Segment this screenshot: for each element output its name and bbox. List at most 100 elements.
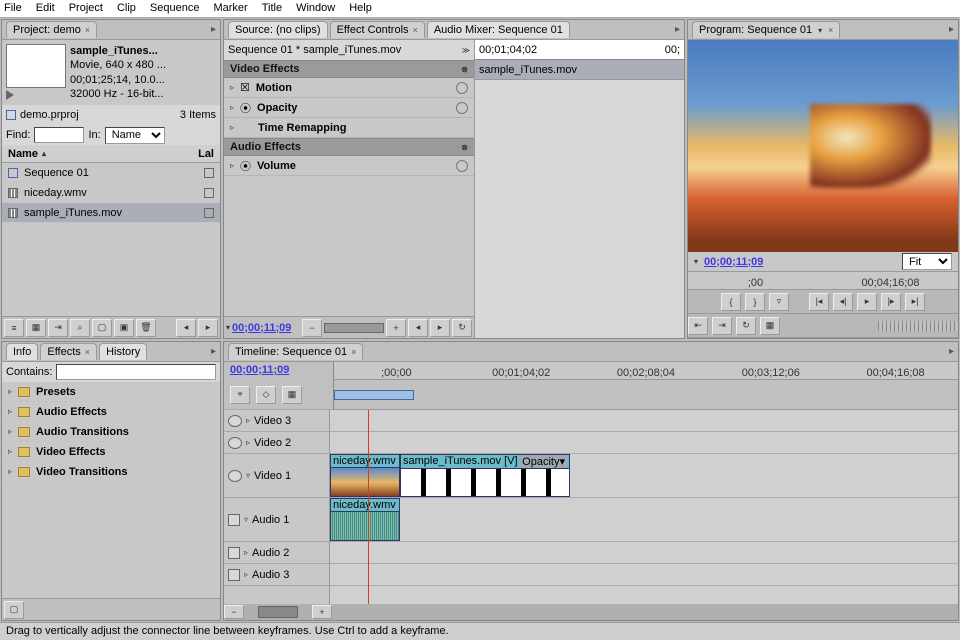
speaker-icon[interactable]: [228, 547, 240, 559]
close-icon[interactable]: ×: [828, 25, 833, 35]
go-in-button[interactable]: ⇤: [688, 317, 708, 335]
snap-button[interactable]: ⌖: [230, 386, 250, 404]
speaker-icon[interactable]: [228, 569, 240, 581]
tab-project[interactable]: Project: demo ×: [6, 21, 97, 38]
tab-effects[interactable]: Effects ×: [40, 343, 97, 360]
clip-niceday-a[interactable]: niceday.wmv: [330, 498, 400, 541]
tab-audio-mixer[interactable]: Audio Mixer: Sequence 01: [427, 21, 570, 38]
program-timecode[interactable]: 00;00;11;09: [704, 256, 763, 268]
ec-timecode[interactable]: 00;00;11;09: [232, 322, 291, 334]
track-head-v2[interactable]: ▹Video 2: [224, 432, 329, 454]
fx-volume[interactable]: ▹⦿Volume: [224, 156, 474, 176]
close-icon[interactable]: ×: [85, 347, 90, 357]
clip-sample-itunes-v[interactable]: sample_iTunes.mov [V] Opacity▾: [400, 454, 570, 497]
new-folder-button[interactable]: ▢: [4, 601, 24, 619]
fx-opacity[interactable]: ▹⦿Opacity: [224, 98, 474, 118]
new-bin-button[interactable]: ▢: [92, 319, 112, 337]
menu-edit[interactable]: Edit: [36, 2, 55, 15]
label-swatch[interactable]: [204, 168, 214, 178]
marker-button[interactable]: ◇: [256, 386, 276, 404]
speaker-icon[interactable]: [228, 514, 240, 526]
collapse-icon[interactable]: ⊗: [461, 65, 468, 74]
scroll-right-button[interactable]: ▸: [198, 319, 218, 337]
timeline-timecode[interactable]: 00;00;11;09: [230, 364, 289, 376]
close-icon[interactable]: ×: [351, 347, 356, 357]
eye-icon[interactable]: [228, 437, 242, 449]
track-head-a2[interactable]: ▹Audio 2: [224, 542, 329, 564]
timeline-ruler[interactable]: ;00;00 00;01;04;02 00;02;08;04 00;03;12;…: [334, 362, 958, 380]
eye-icon[interactable]: [228, 415, 242, 427]
work-area-bar[interactable]: [334, 390, 414, 400]
tab-source[interactable]: Source: (no clips): [228, 21, 328, 38]
menu-sequence[interactable]: Sequence: [150, 2, 200, 15]
col-label[interactable]: Lal: [198, 148, 214, 160]
icon-view-button[interactable]: ▦: [26, 319, 46, 337]
flyout-menu-icon[interactable]: ▸: [949, 24, 954, 35]
close-icon[interactable]: ×: [85, 25, 90, 35]
reset-icon[interactable]: [456, 82, 468, 94]
menu-clip[interactable]: Clip: [117, 2, 136, 15]
loop-button[interactable]: ↻: [736, 317, 756, 335]
set-marker-button[interactable]: ▿: [769, 293, 789, 311]
list-view-button[interactable]: ≡: [4, 319, 24, 337]
track-head-a3[interactable]: ▹Audio 3: [224, 564, 329, 586]
program-preview[interactable]: [688, 40, 958, 252]
go-prev-button[interactable]: ◂: [408, 319, 428, 337]
mark-out-button[interactable]: }: [745, 293, 765, 311]
goto-next-button[interactable]: ▸|: [905, 293, 925, 311]
play-button[interactable]: ▸: [857, 293, 877, 311]
clip-niceday-v[interactable]: niceday.wmv: [330, 454, 400, 497]
loop-button[interactable]: ↻: [452, 319, 472, 337]
close-icon[interactable]: ×: [413, 25, 418, 35]
zoom-out-button[interactable]: −: [302, 319, 322, 337]
chevron-down-icon[interactable]: ▾: [818, 26, 822, 35]
flyout-menu-icon[interactable]: ▸: [675, 24, 680, 35]
track-a2[interactable]: [330, 542, 958, 564]
folder-video-transitions[interactable]: ▹Video Transitions: [2, 462, 220, 482]
tab-effect-controls[interactable]: Effect Controls ×: [330, 21, 425, 38]
bin-row-sequence[interactable]: Sequence 01: [2, 163, 220, 183]
zoom-in-button[interactable]: +: [386, 319, 406, 337]
track-head-v1[interactable]: ▿Video 1: [224, 454, 329, 498]
go-next-button[interactable]: ▸: [430, 319, 450, 337]
zoom-slider[interactable]: [324, 323, 384, 333]
track-head-v3[interactable]: ▹Video 3: [224, 410, 329, 432]
menu-project[interactable]: Project: [69, 2, 103, 15]
shuttle-slider[interactable]: [878, 321, 958, 331]
flyout-menu-icon[interactable]: ▸: [949, 346, 954, 357]
safe-margins-button[interactable]: ▦: [760, 317, 780, 335]
reset-icon[interactable]: [456, 102, 468, 114]
step-back-button[interactable]: ◂|: [833, 293, 853, 311]
track-a1[interactable]: niceday.wmv: [330, 498, 958, 542]
track-v2[interactable]: [330, 432, 958, 454]
clip-fx-label[interactable]: Opacity▾: [520, 455, 567, 468]
timeline-tracks[interactable]: niceday.wmv sample_iTunes.mov [V] Opacit…: [330, 410, 958, 604]
track-a3[interactable]: [330, 564, 958, 586]
folder-video-effects[interactable]: ▹Video Effects: [2, 442, 220, 462]
menu-window[interactable]: Window: [296, 2, 335, 15]
scroll-left-button[interactable]: ◂: [176, 319, 196, 337]
mark-in-button[interactable]: {: [721, 293, 741, 311]
timeline-scrollbar[interactable]: − +: [224, 604, 958, 620]
step-fwd-button[interactable]: |▸: [881, 293, 901, 311]
collapse-icon[interactable]: ⊗: [461, 143, 468, 152]
find-input[interactable]: [34, 127, 84, 143]
find-button[interactable]: ⌕: [70, 319, 90, 337]
flyout-menu-icon[interactable]: ▸: [211, 24, 216, 35]
label-swatch[interactable]: [204, 188, 214, 198]
track-v3[interactable]: [330, 410, 958, 432]
chevron-icon[interactable]: ≫: [462, 46, 470, 55]
zoom-out-button[interactable]: −: [224, 605, 244, 619]
contains-input[interactable]: [56, 364, 216, 380]
scrollbar-thumb[interactable]: [258, 606, 298, 618]
go-out-button[interactable]: ⇥: [712, 317, 732, 335]
bin-row-clip[interactable]: niceday.wmv: [2, 183, 220, 203]
find-in-select[interactable]: Name: [105, 127, 165, 144]
folder-audio-transitions[interactable]: ▹Audio Transitions: [2, 422, 220, 442]
bin-row-clip-selected[interactable]: sample_iTunes.mov: [2, 203, 220, 223]
tab-info[interactable]: Info: [6, 343, 38, 360]
new-item-button[interactable]: ▣: [114, 319, 134, 337]
play-icon[interactable]: [6, 90, 14, 100]
fx-motion[interactable]: ▹☒Motion: [224, 78, 474, 98]
folder-audio-effects[interactable]: ▹Audio Effects: [2, 402, 220, 422]
